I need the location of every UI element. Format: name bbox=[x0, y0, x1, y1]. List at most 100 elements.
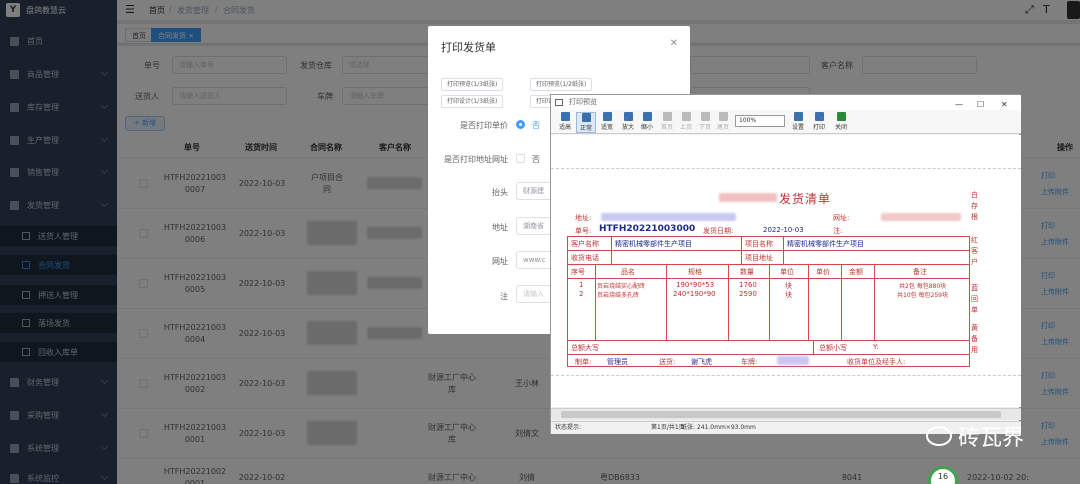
doc-maker-label: 制单: bbox=[575, 358, 592, 366]
close-icon[interactable]: ✕ bbox=[670, 38, 678, 49]
toolbar-label: 上页 bbox=[679, 124, 692, 131]
last-page-button[interactable]: 尾页 bbox=[713, 112, 733, 131]
toolbar-label: 首页 bbox=[660, 124, 673, 131]
zoom-in-icon bbox=[623, 112, 633, 121]
print-preview-window: 打印预览 — ☐ ✕ 适高 正常 适宽 放大 缩小 首页 上页 下页 尾页 10… bbox=[550, 94, 1021, 434]
doc-order-label: 单号: bbox=[575, 227, 592, 235]
status-text: 状态提示: bbox=[555, 424, 582, 431]
dialog-title: 打印发货单 bbox=[441, 41, 496, 54]
doc-total-upper-label: 总额大写 bbox=[571, 344, 599, 352]
print-design-third-button[interactable]: 打印设计(1/3纸张) bbox=[441, 95, 504, 108]
first-page-button[interactable]: 首页 bbox=[657, 112, 677, 131]
side-note-white: 白 存 根 bbox=[971, 191, 978, 221]
page-info: 第1页/共1页 bbox=[651, 424, 685, 431]
doc-title: 发货清单 bbox=[779, 192, 832, 206]
horizontal-scrollbar[interactable] bbox=[551, 408, 1021, 420]
item-spec: 240*190*90 bbox=[673, 290, 716, 298]
zoom-select[interactable]: 100% bbox=[735, 115, 785, 127]
toolbar-label: 缩小 bbox=[640, 124, 653, 131]
close-preview-button[interactable]: 关闭 bbox=[831, 112, 851, 131]
print-preview-half-button[interactable]: 打印预览(1/2纸张) bbox=[530, 78, 593, 91]
item-remark: 共10包 每包259块 bbox=[897, 292, 948, 299]
blurred-website bbox=[881, 213, 961, 221]
fit-height-button[interactable]: 适高 bbox=[555, 112, 575, 131]
doc-total-lower-label: 总额小写 bbox=[819, 344, 847, 352]
item-qty: 1760 bbox=[739, 281, 757, 289]
doc-receiver-label: 收货单位及经手人: bbox=[847, 358, 906, 366]
doc-phone-label: 收货电话 bbox=[571, 254, 599, 262]
doc-customer-label: 客户名称 bbox=[571, 240, 599, 248]
doc-website-label: 网址: bbox=[833, 214, 850, 222]
zoom-out-button[interactable]: 缩小 bbox=[637, 112, 657, 131]
scroll-thumb[interactable] bbox=[561, 411, 1001, 418]
address-label: 地址 bbox=[492, 223, 508, 232]
item-spec: 190*90*53 bbox=[676, 281, 715, 289]
col-name: 品名 bbox=[621, 268, 635, 276]
printer-icon bbox=[555, 99, 563, 106]
doc-date: 2022-10-03 bbox=[763, 226, 804, 234]
doc-customer: 精密机械零部件生产项目 bbox=[615, 240, 692, 248]
item-qty: 2590 bbox=[739, 290, 757, 298]
fit-width-button[interactable]: 适宽 bbox=[597, 112, 617, 131]
wechat-icon bbox=[926, 426, 952, 446]
col-seq: 序号 bbox=[571, 268, 585, 276]
item-name: 页岩烧结多孔砖 bbox=[597, 292, 640, 299]
print-preview-third-button[interactable]: 打印预览(1/3纸张) bbox=[441, 78, 504, 91]
fit-width-icon bbox=[602, 112, 612, 121]
preview-toolbar: 适高 正常 适宽 放大 缩小 首页 上页 下页 尾页 100% 设置 打印 关闭 bbox=[551, 110, 1021, 134]
toolbar-label: 适高 bbox=[558, 124, 571, 131]
item-unit: 块 bbox=[785, 291, 792, 299]
col-price: 单价 bbox=[816, 268, 830, 276]
doc-date-label: 发货日期: bbox=[703, 227, 734, 235]
toolbar-label: 放大 bbox=[621, 124, 634, 131]
item-seq: 2 bbox=[579, 290, 584, 298]
print-icon bbox=[814, 112, 824, 121]
preview-title-bar: 打印预览 — ☐ ✕ bbox=[551, 95, 1021, 110]
normal-size-button[interactable]: 正常 bbox=[576, 112, 596, 133]
blurred-address bbox=[601, 213, 736, 221]
toolbar-label: 打印 bbox=[812, 124, 825, 131]
doc-project-label: 项目名称 bbox=[745, 240, 773, 248]
fit-height-icon bbox=[560, 112, 570, 121]
settings-button[interactable]: 设置 bbox=[788, 112, 808, 131]
toolbar-label: 适宽 bbox=[600, 124, 613, 131]
print-web-option: 否 bbox=[532, 155, 540, 164]
exit-icon bbox=[836, 112, 846, 121]
blurred-car bbox=[777, 356, 809, 365]
doc-yen: Y: bbox=[873, 343, 879, 351]
item-remark: 共2包 每包880块 bbox=[899, 283, 947, 290]
normal-size-icon bbox=[581, 113, 591, 122]
item-name: 页岩烧结实心配砖 bbox=[597, 283, 646, 290]
print-price-option: 否 bbox=[532, 121, 540, 130]
preview-title: 打印预览 bbox=[569, 98, 597, 106]
doc-order-no: HTFH20221003000 bbox=[599, 224, 696, 234]
print-web-label: 是否打印地址网址 bbox=[444, 155, 508, 164]
note-label: 注 bbox=[500, 292, 508, 301]
next-page-icon bbox=[700, 112, 710, 121]
doc-sender-label: 送货: bbox=[659, 358, 676, 366]
paper-bottom-margin bbox=[551, 375, 1021, 376]
toolbar-label: 关闭 bbox=[834, 124, 847, 131]
doc-maker: 管理员 bbox=[607, 358, 628, 366]
side-note-yellow: 黄 备 用 bbox=[971, 324, 978, 354]
first-page-icon bbox=[662, 112, 672, 121]
side-note-red: 红 客 户 bbox=[971, 236, 978, 266]
prev-page-button[interactable]: 上页 bbox=[676, 112, 696, 131]
col-amount: 金额 bbox=[849, 268, 863, 276]
print-button[interactable]: 打印 bbox=[809, 112, 829, 131]
side-note-blue: 蓝 回 单 bbox=[971, 284, 978, 314]
print-web-checkbox[interactable] bbox=[516, 154, 525, 163]
zoom-in-button[interactable]: 放大 bbox=[618, 112, 638, 131]
print-price-label: 是否打印单价 bbox=[460, 121, 508, 130]
doc-project-addr-label: 项目地址 bbox=[745, 254, 773, 262]
settings-icon bbox=[793, 112, 803, 121]
doc-project: 精密机械零部件生产项目 bbox=[787, 240, 864, 248]
watermark-text: 砖瓦界 bbox=[958, 426, 1025, 451]
next-page-button[interactable]: 下页 bbox=[695, 112, 715, 131]
col-remark: 备注 bbox=[913, 268, 927, 276]
print-price-radio[interactable] bbox=[516, 120, 525, 129]
col-qty: 数量 bbox=[740, 268, 754, 276]
zoom-out-icon bbox=[642, 112, 652, 121]
toolbar-label: 设置 bbox=[791, 124, 804, 131]
paper-info: 纸张: 241.0mm×93.0mm bbox=[681, 424, 756, 431]
